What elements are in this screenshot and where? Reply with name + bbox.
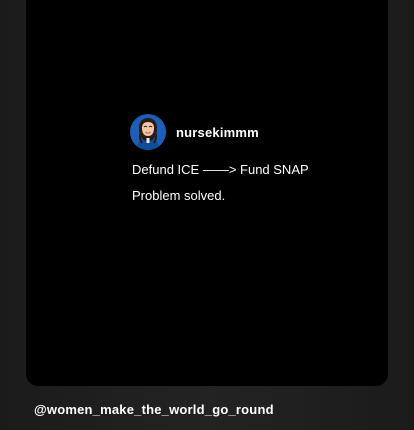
account-handle[interactable]: @women_make_the_world_go_round [34,402,274,417]
avatar[interactable] [130,114,166,150]
username[interactable]: nursekimmm [176,125,259,140]
post-header: nursekimmm [130,114,390,150]
screen-background: nursekimmm Defund ICE ——> Fund SNAP Prob… [0,0,414,430]
post: nursekimmm Defund ICE ——> Fund SNAP Prob… [130,114,390,204]
post-card: nursekimmm Defund ICE ——> Fund SNAP Prob… [26,0,388,386]
avatar-illustration [130,114,166,150]
post-text-line: Defund ICE ——> Fund SNAP [132,162,309,177]
post-text-line: Problem solved. [132,188,226,203]
